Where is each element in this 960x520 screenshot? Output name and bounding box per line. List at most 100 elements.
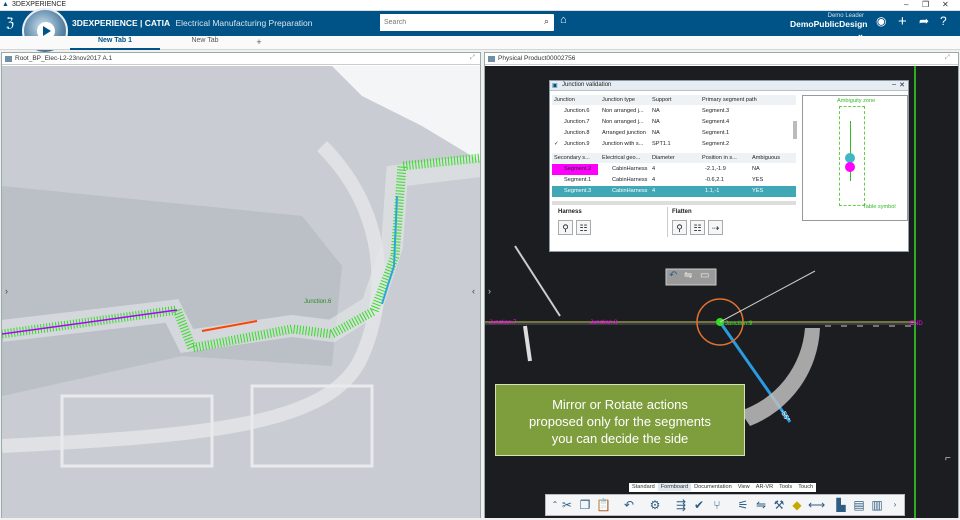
profile-icon[interactable]: ◉ bbox=[876, 14, 886, 28]
table-cell: Segment.1 bbox=[702, 130, 730, 136]
mirror-rotate-toolbar[interactable]: ↶ ⇋ ▭ bbox=[666, 269, 716, 285]
col-primary-path: Primary segment path bbox=[702, 97, 757, 103]
left-3d-viewport[interactable]: Junction.6 › ‹ bbox=[2, 66, 480, 518]
table-cell: Non arranged j... bbox=[602, 108, 644, 114]
table-cell: -0.6,2.1 bbox=[705, 177, 724, 183]
search-box[interactable]: ⌕ bbox=[380, 14, 554, 31]
table-cell: 4 bbox=[652, 177, 656, 183]
restore-icon[interactable]: ❐ bbox=[922, 0, 929, 9]
col-support: Support bbox=[652, 97, 672, 103]
add-icon[interactable]: + bbox=[898, 13, 907, 30]
mirror-icon[interactable]: ⇋ bbox=[754, 498, 768, 512]
left-collapse-icon[interactable]: ‹ bbox=[472, 286, 475, 296]
validate-icon[interactable]: ✔ bbox=[692, 498, 706, 512]
right-3d-panel[interactable]: Physical Product00002756 ⤢ Junction.9 Ju… bbox=[484, 52, 959, 518]
col-position: Position in s... bbox=[702, 155, 737, 161]
search-icon[interactable]: ⌕ bbox=[544, 16, 549, 27]
tab-standard[interactable]: Standard bbox=[629, 483, 658, 491]
table-cell: NA bbox=[652, 108, 660, 114]
left-panel-header: Root_BP_Elec-L2-23nov2017 A.1 ⤢ bbox=[2, 53, 480, 65]
right-expand-icon[interactable]: › bbox=[488, 286, 491, 296]
table-row[interactable]: Segment.2 bbox=[564, 166, 591, 172]
maximize-icon[interactable]: ⤢ bbox=[470, 54, 475, 62]
scrollbar[interactable] bbox=[793, 121, 797, 139]
table-row[interactable]: Junction.8 bbox=[564, 130, 590, 136]
end-label: END bbox=[910, 321, 923, 327]
help-icon[interactable]: ? bbox=[940, 14, 947, 28]
brand-name: 3DEXPERIENCE | CATIA bbox=[72, 18, 171, 28]
route-icon[interactable]: ⇶ bbox=[674, 498, 688, 512]
col-junction: Junction bbox=[554, 97, 575, 103]
tab-touch[interactable]: Touch bbox=[795, 483, 816, 491]
flatten-icon[interactable]: ▭ bbox=[700, 270, 709, 281]
table-row[interactable]: Junction.6 bbox=[564, 108, 590, 114]
ambiguity-zone-label: Ambiguity zone bbox=[837, 98, 876, 104]
table-cell: Segment.4 bbox=[702, 119, 730, 125]
window-titlebar: ▲ 3DEXPERIENCE – ❐ ✕ bbox=[0, 0, 960, 11]
product-icon bbox=[5, 56, 12, 62]
close-dialog-icon[interactable]: ✕ bbox=[899, 81, 905, 89]
tab-documentation[interactable]: Documentation bbox=[691, 483, 735, 491]
table-cell: -2.1,-1.9 bbox=[705, 166, 726, 172]
analysis-icon[interactable]: ▙ bbox=[834, 498, 848, 512]
chevron-right-icon[interactable]: › bbox=[888, 498, 902, 512]
report-icon[interactable]: ▤ bbox=[852, 498, 866, 512]
tab-formboard[interactable]: Formboard bbox=[657, 483, 692, 491]
tab-new-tab-1[interactable]: New Tab 1 bbox=[70, 37, 160, 50]
junction9-label: Junction.9 bbox=[725, 321, 753, 327]
tab-view[interactable]: View bbox=[735, 483, 753, 491]
protection-icon[interactable]: ⚒ bbox=[772, 498, 786, 512]
tag-icon[interactable]: ⌂ bbox=[560, 14, 567, 26]
minimize-icon[interactable]: – bbox=[904, 0, 908, 9]
layout-icon[interactable]: ▥ bbox=[870, 498, 884, 512]
annotation-icon[interactable]: ◆ bbox=[790, 498, 804, 512]
table-row[interactable]: Segment.1 bbox=[564, 177, 591, 183]
flatten-search-button[interactable]: ⚲ bbox=[672, 220, 687, 235]
search-input[interactable] bbox=[380, 14, 530, 31]
table-cell: 1.1,-1 bbox=[705, 188, 720, 194]
tab-tools[interactable]: Tools bbox=[776, 483, 795, 491]
segment-line bbox=[850, 121, 851, 181]
table-row[interactable]: Junction.7 bbox=[564, 119, 590, 125]
harness-group-label: Harness bbox=[558, 209, 582, 215]
flatten-tree-button[interactable]: ☷ bbox=[690, 220, 705, 235]
flatten-icon[interactable]: ⚟ bbox=[736, 498, 750, 512]
mirror-icon[interactable]: ⇋ bbox=[684, 270, 692, 281]
callout-line-2: proposed only for the segments bbox=[528, 414, 712, 429]
right-panel-header: Physical Product00002756 ⤢ bbox=[485, 53, 958, 65]
table-cell: YES bbox=[752, 188, 764, 194]
junction-validation-dialog[interactable]: ▣ Junction validation – ✕ Junction Junct… bbox=[549, 80, 909, 252]
table-cell: Junction with s... bbox=[602, 141, 644, 147]
undo-icon[interactable]: ↶ bbox=[622, 498, 636, 512]
left-3d-panel[interactable]: Root_BP_Elec-L2-23nov2017 A.1 ⤢ Junction… bbox=[1, 52, 481, 518]
table-row[interactable]: Segment.3 bbox=[564, 188, 591, 194]
right-2d-viewport[interactable]: Junction.9 Junction.8 Junction.7 END -55… bbox=[485, 66, 958, 518]
table-cell: 4 bbox=[652, 188, 656, 194]
col-electrical-geo: Electrical geo... bbox=[602, 155, 641, 161]
table-cell: SPT1.1 bbox=[652, 141, 671, 147]
add-tab-icon[interactable]: + bbox=[214, 37, 304, 47]
copy-icon[interactable]: ❐ bbox=[578, 498, 592, 512]
table-cell: NA bbox=[652, 130, 660, 136]
table-cell: NA bbox=[652, 119, 660, 125]
harness-search-button[interactable]: ⚲ bbox=[558, 220, 573, 235]
minimize-dialog-icon[interactable]: – bbox=[892, 81, 896, 88]
table-row[interactable]: Junction.9 bbox=[564, 141, 590, 147]
table-cell: NA bbox=[752, 166, 760, 172]
left-expand-icon[interactable]: › bbox=[5, 286, 8, 296]
flatten-update-button[interactable]: ⇢ bbox=[708, 220, 723, 235]
harness-tree-button[interactable]: ☷ bbox=[576, 220, 591, 235]
cut-icon[interactable]: ✂ bbox=[560, 498, 574, 512]
settings-icon[interactable]: ⚙ bbox=[648, 498, 662, 512]
paste-icon[interactable]: 📋 bbox=[596, 498, 611, 512]
close-icon[interactable]: ✕ bbox=[942, 0, 949, 9]
magenta-node bbox=[845, 162, 855, 172]
horizontal-scrollbar[interactable] bbox=[552, 201, 796, 205]
app-icon: ▲ bbox=[2, 1, 9, 8]
dimension-icon[interactable]: ⟷ bbox=[808, 498, 825, 512]
share-icon[interactable]: ➦ bbox=[919, 14, 929, 28]
rotate-icon[interactable]: ↶ bbox=[669, 270, 677, 281]
branch-icon[interactable]: ⑂ bbox=[710, 498, 724, 512]
maximize-icon[interactable]: ⤢ bbox=[945, 54, 950, 62]
tab-ar-vr[interactable]: AR-VR bbox=[753, 483, 776, 491]
